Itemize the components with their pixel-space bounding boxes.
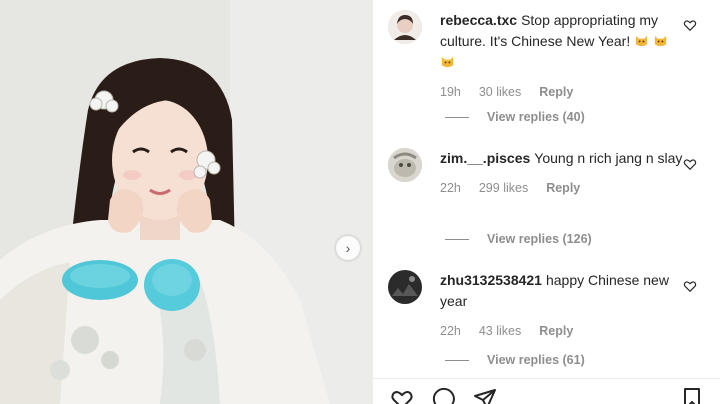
view-replies-button[interactable]: View replies (40) <box>445 110 585 124</box>
divider <box>445 116 469 118</box>
bookmark-icon[interactable] <box>680 387 704 404</box>
post-photo[interactable]: › <box>0 0 373 404</box>
comment-username[interactable]: zhu3132538421 <box>440 272 542 288</box>
heart-icon[interactable] <box>683 279 697 293</box>
view-replies-button[interactable]: View replies (126) <box>445 232 592 246</box>
heart-icon[interactable] <box>683 18 697 32</box>
comment-message: Young n rich jang n slay <box>534 150 683 166</box>
comment-text: zhu3132538421 happy Chinese new year <box>440 270 690 312</box>
view-replies-label: View replies (40) <box>487 110 585 124</box>
view-replies-label: View replies (126) <box>487 232 592 246</box>
comment-meta: 22h 299 likes Reply <box>440 181 690 195</box>
comment-icon[interactable] <box>432 387 456 404</box>
comment-likes[interactable]: 299 likes <box>479 181 528 195</box>
cat-emoji-icon <box>634 33 653 49</box>
next-photo-button[interactable]: › <box>336 236 360 260</box>
cat-emoji-icon <box>653 33 668 49</box>
avatar[interactable] <box>388 270 422 304</box>
post-action-bar <box>373 378 720 404</box>
comment-meta: 22h 43 likes Reply <box>440 324 690 338</box>
divider <box>445 238 469 240</box>
comment-username[interactable]: zim.__.pisces <box>440 150 530 166</box>
view-replies-button[interactable]: View replies (61) <box>445 353 585 367</box>
heart-icon[interactable] <box>390 387 414 404</box>
share-icon[interactable] <box>473 387 497 404</box>
view-replies-label: View replies (61) <box>487 353 585 367</box>
avatar[interactable] <box>388 10 422 44</box>
comment-item: zhu3132538421 happy Chinese new year 22h … <box>388 270 708 350</box>
comment-meta: 19h 30 likes Reply <box>440 85 690 99</box>
comment-username[interactable]: rebecca.txc <box>440 12 517 28</box>
reply-button[interactable]: Reply <box>539 324 573 338</box>
comment-likes[interactable]: 30 likes <box>479 85 521 99</box>
comments-panel: rebecca.txc Stop appropriating my culture… <box>373 0 720 404</box>
comment-time[interactable]: 19h <box>440 85 461 99</box>
heart-icon[interactable] <box>683 157 697 171</box>
avatar[interactable] <box>388 148 422 182</box>
comment-item: rebecca.txc Stop appropriating my culture… <box>388 10 708 120</box>
post-photo-illustration <box>0 0 373 404</box>
reply-button[interactable]: Reply <box>546 181 580 195</box>
comment-time[interactable]: 22h <box>440 324 461 338</box>
comment-likes[interactable]: 43 likes <box>479 324 521 338</box>
comment-text: zim.__.pisces Young n rich jang n slay <box>440 148 690 169</box>
comment-time[interactable]: 22h <box>440 181 461 195</box>
reply-button[interactable]: Reply <box>539 85 573 99</box>
divider <box>445 359 469 361</box>
comment-text: rebecca.txc Stop appropriating my culture… <box>440 10 690 73</box>
cat-emoji-icon <box>440 54 455 70</box>
comment-item: zim.__.pisces Young n rich jang n slay 22… <box>388 148 708 228</box>
chevron-right-icon: › <box>345 240 351 256</box>
